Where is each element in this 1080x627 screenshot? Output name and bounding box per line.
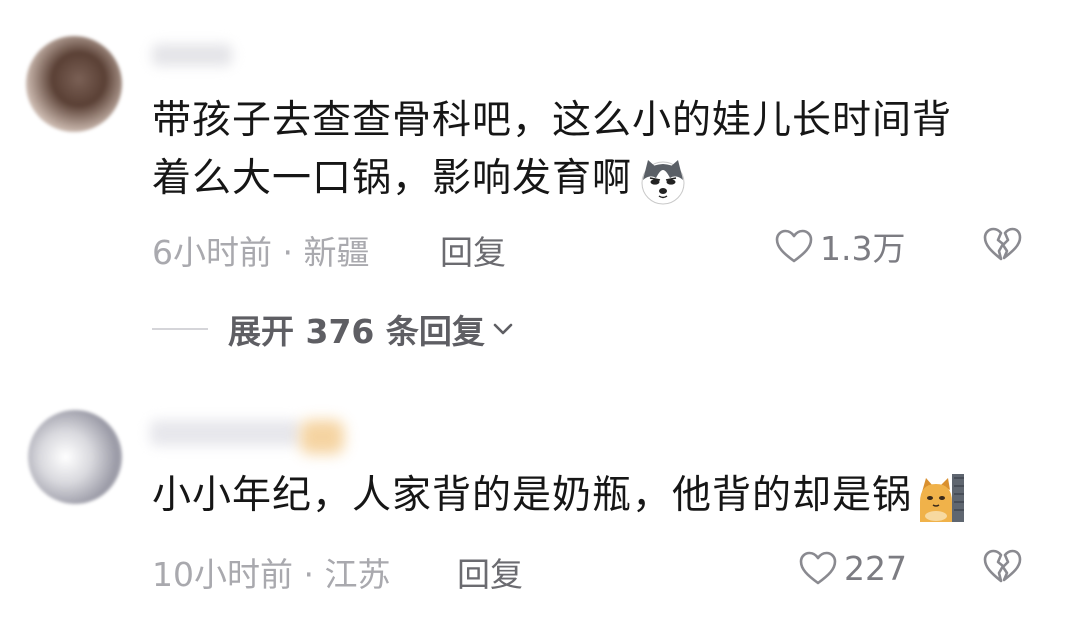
expand-replies-label: 展开 376 条回复 xyxy=(228,312,485,351)
timestamp-location: 6小时前 · 新疆 xyxy=(152,233,370,272)
comment-body: 小小年纪，人家背的是奶瓶，他背的却是锅 xyxy=(152,467,1032,525)
comment-body: 带孩子去查查骨科吧，这么小的娃儿长时间背 着么大一口锅，影响发育啊 xyxy=(152,92,1032,208)
user-badge-blurred xyxy=(300,420,344,454)
comment-meta-row: 10小时前 · 江苏 回复 227 xyxy=(152,542,1052,594)
reply-button[interactable]: 回复 xyxy=(440,226,506,274)
comment-meta-row: 6小时前 · 新疆 回复 1.3万 xyxy=(152,220,1052,272)
expand-replies-button[interactable]: 展开 376 条回复 xyxy=(228,305,515,353)
avatar[interactable] xyxy=(28,410,122,504)
like-count: 227 xyxy=(844,548,907,588)
expand-replies-row: 展开 376 条回复 xyxy=(152,304,515,354)
comment-text-segment: 着么大一口锅，影响发育啊 xyxy=(152,156,633,201)
heart-outline-icon xyxy=(799,551,837,585)
timestamp-location: 10小时前 · 江苏 xyxy=(152,555,391,594)
like-button[interactable]: 227 xyxy=(798,544,907,592)
comment-text-line: 小小年纪，人家背的是奶瓶，他背的却是锅 xyxy=(152,467,1032,525)
reply-button[interactable]: 回复 xyxy=(457,548,523,596)
broken-heart-icon[interactable] xyxy=(982,546,1022,586)
comment-text-line: 着么大一口锅，影响发育啊 xyxy=(152,150,1032,208)
like-count: 1.3万 xyxy=(820,229,906,268)
username-blurred[interactable] xyxy=(152,44,232,66)
broken-heart-icon[interactable] xyxy=(982,224,1022,264)
comment-section: 带孩子去查查骨科吧，这么小的娃儿长时间背 着么大一口锅，影响发育啊 6小时前 ·… xyxy=(0,0,1080,627)
like-button[interactable]: 1.3万 xyxy=(774,222,905,270)
avatar[interactable] xyxy=(26,36,122,132)
chevron-down-icon xyxy=(493,323,513,335)
comment-text-line: 带孩子去查查骨科吧，这么小的娃儿长时间背 xyxy=(152,98,953,143)
husky-dog-emoji-icon xyxy=(641,159,685,204)
divider-line xyxy=(152,328,208,330)
heart-outline-icon xyxy=(775,229,813,263)
username-blurred[interactable] xyxy=(150,420,300,446)
comment-text-segment: 小小年纪，人家背的是奶瓶，他背的却是锅 xyxy=(152,473,913,518)
cat-peeking-emoji-icon xyxy=(920,473,965,522)
